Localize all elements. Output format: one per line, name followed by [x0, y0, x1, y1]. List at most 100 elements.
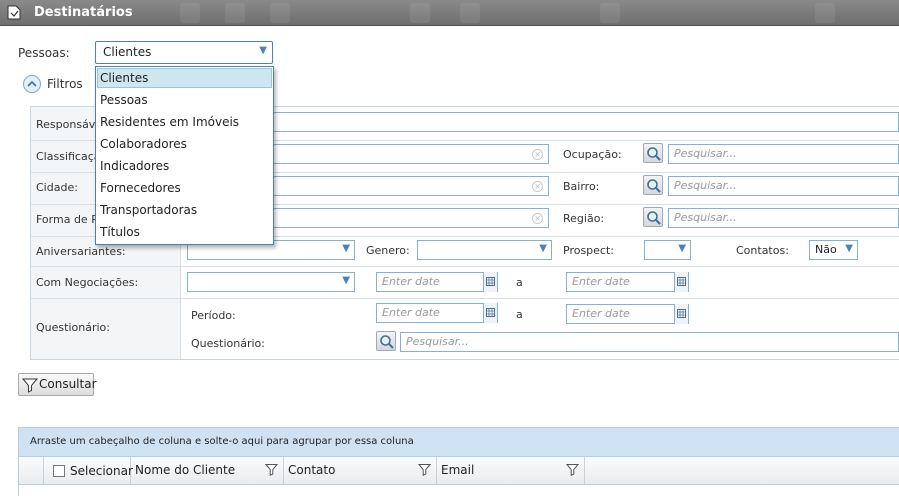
document-icon — [7, 5, 21, 20]
negociacoes-date-from[interactable]: Enter date — [376, 272, 498, 292]
contatos-value: Não — [815, 243, 837, 256]
column-label: Contato — [288, 463, 336, 477]
chevron-down-icon: ▼ — [845, 243, 853, 254]
pessoas-option[interactable]: Transportadoras — [96, 199, 273, 221]
chevron-down-icon: ▼ — [259, 45, 267, 56]
responsavel-label: Responsáve — [36, 118, 103, 131]
regiao-search-button[interactable] — [643, 207, 663, 227]
toolbar-ghost-icon — [600, 3, 620, 23]
group-by-bar[interactable]: Arraste um cabeçalho de coluna e solte-o… — [18, 427, 899, 457]
bairro-search-input[interactable]: Pesquisar... — [668, 176, 899, 196]
cidade-label: Cidade: — [36, 181, 78, 194]
pessoas-select[interactable]: Clientes ▼ — [95, 41, 273, 64]
calendar-icon[interactable] — [674, 304, 688, 324]
funnel-icon — [22, 378, 38, 393]
pessoas-option[interactable]: Pessoas — [96, 89, 273, 111]
prospect-label: Prospect: — [563, 244, 614, 257]
magnifier-icon — [647, 179, 661, 193]
calendar-icon[interactable] — [483, 272, 497, 292]
periodo-date-from[interactable]: Enter date — [376, 303, 498, 323]
com-negociacoes-select[interactable]: ▼ — [187, 272, 355, 292]
chevron-up-icon — [23, 75, 41, 93]
magnifier-icon — [647, 147, 661, 161]
grid-indicator-column — [19, 457, 44, 484]
prospect-select[interactable]: ▼ — [644, 240, 691, 260]
pessoas-option[interactable]: Fornecedores — [96, 177, 273, 199]
ocupacao-search-button[interactable] — [643, 143, 663, 163]
toolbar-ghost-icon — [225, 3, 245, 23]
calendar-icon[interactable] — [674, 272, 688, 292]
regiao-label: Região: — [563, 212, 605, 225]
funnel-icon[interactable] — [265, 463, 278, 476]
genero-label: Genero: — [366, 244, 410, 257]
magnifier-icon — [647, 211, 661, 225]
date-placeholder: Enter date — [572, 307, 630, 320]
chevron-down-icon: ▼ — [678, 243, 686, 254]
questionario-search-input[interactable]: Pesquisar... — [400, 332, 899, 352]
toolbar-ghost-icon — [180, 3, 200, 23]
date-range-separator: a — [516, 308, 523, 321]
pessoas-option[interactable]: Títulos — [96, 221, 273, 243]
chevron-down-icon: ▼ — [342, 275, 350, 286]
contatos-select[interactable]: Não ▼ — [809, 240, 858, 260]
periodo-date-to[interactable]: Enter date — [566, 304, 689, 324]
calendar-icon[interactable] — [483, 303, 497, 323]
genero-select[interactable]: ▼ — [417, 240, 552, 260]
toolbar-ghost-icon — [270, 3, 290, 23]
questionario-search-button[interactable] — [376, 331, 396, 351]
filtros-label: Filtros — [47, 77, 83, 91]
clear-icon[interactable]: × — [532, 181, 543, 192]
column-header-nome-cliente[interactable]: Nome do Cliente — [131, 457, 284, 484]
chevron-down-icon: ▼ — [539, 243, 547, 254]
collapse-filters-button[interactable] — [22, 74, 42, 94]
pessoas-dropdown-list: Clientes Pessoas Residentes em Imóveis C… — [95, 66, 274, 245]
classificacao-label: Classificaçã — [36, 150, 101, 163]
grid-header: Selecionar Nome do Cliente Contato Email — [18, 457, 899, 485]
aniversariantes-label: Aniversariantes: — [36, 245, 126, 258]
bairro-label: Bairro: — [563, 180, 600, 193]
window-title: Destinatários — [34, 5, 133, 20]
pessoas-option[interactable]: Indicadores — [96, 155, 273, 177]
consultar-label: Consultar — [39, 377, 97, 391]
consultar-button[interactable]: Consultar — [18, 373, 97, 396]
magnifier-icon — [380, 335, 394, 349]
pessoas-label: Pessoas: — [18, 46, 70, 60]
toolbar-ghost-icon — [815, 3, 835, 23]
questionario-label: Questionário: — [36, 321, 110, 334]
select-all-checkbox[interactable] — [53, 465, 65, 477]
column-header-contato[interactable]: Contato — [284, 457, 437, 484]
column-label: Selecionar — [70, 464, 133, 478]
pessoas-option[interactable]: Residentes em Imóveis — [96, 111, 273, 133]
column-label: Nome do Cliente — [135, 463, 236, 477]
pessoas-option[interactable]: Clientes — [97, 68, 272, 88]
column-header-selecionar[interactable]: Selecionar — [44, 457, 133, 484]
group-by-hint: Arraste um cabeçalho de coluna e solte-o… — [30, 436, 414, 447]
column-header-email[interactable]: Email — [437, 457, 585, 484]
ocupacao-search-input[interactable]: Pesquisar... — [668, 144, 899, 164]
grid-body — [18, 485, 899, 496]
forma-label: Forma de Pa — [36, 213, 105, 226]
contatos-label: Contatos: — [736, 244, 789, 257]
clear-icon[interactable]: × — [532, 149, 543, 160]
chevron-down-icon: ▼ — [342, 243, 350, 254]
date-range-separator: a — [516, 276, 523, 289]
row-divider — [31, 266, 899, 267]
column-label: Email — [441, 463, 475, 477]
title-bar: Destinatários — [0, 0, 899, 26]
funnel-icon[interactable] — [418, 463, 431, 476]
negociacoes-date-to[interactable]: Enter date — [566, 272, 689, 292]
periodo-label: Período: — [191, 309, 236, 322]
pessoas-option[interactable]: Colaboradores — [96, 133, 273, 155]
window-body: Pessoas: Clientes ▼ Filtros Responsáve C… — [0, 26, 899, 496]
ocupacao-label: Ocupação: — [563, 148, 622, 161]
responsavel-field[interactable] — [187, 112, 899, 132]
row-divider — [31, 298, 899, 299]
clear-icon[interactable]: × — [532, 213, 543, 224]
regiao-search-input[interactable]: Pesquisar... — [668, 208, 899, 228]
questionario-sub-label: Questionário: — [191, 337, 265, 350]
com-negociacoes-label: Com Negociações: — [36, 276, 139, 289]
toolbar-ghost-icon — [460, 3, 480, 23]
pessoas-select-value: Clientes — [103, 45, 152, 59]
funnel-icon[interactable] — [566, 463, 579, 476]
bairro-search-button[interactable] — [643, 175, 663, 195]
